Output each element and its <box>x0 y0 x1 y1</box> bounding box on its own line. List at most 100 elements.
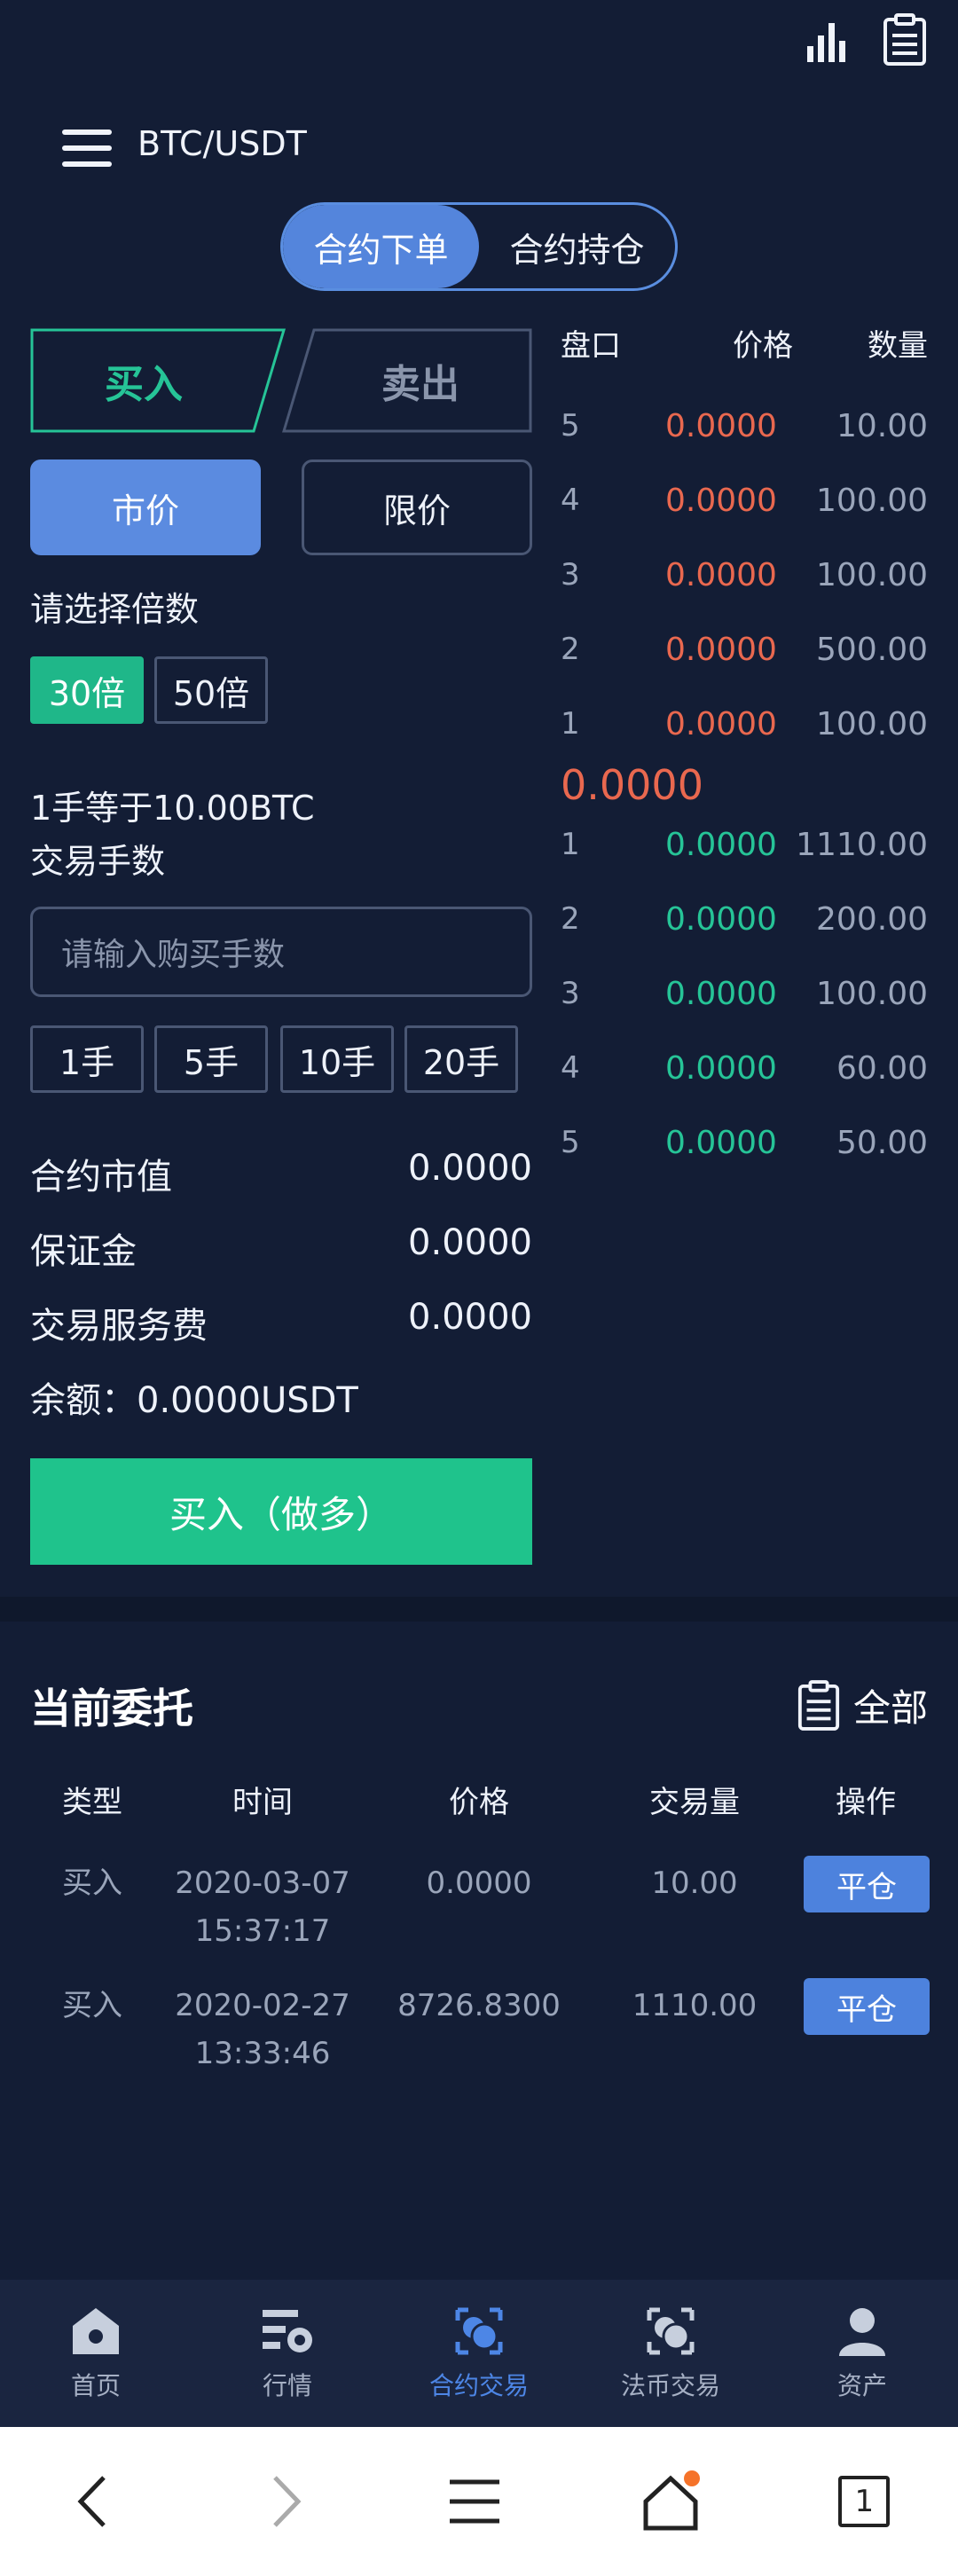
ask-price[interactable]: 0.0000 <box>665 408 777 444</box>
bid-price[interactable]: 0.0000 <box>665 827 777 863</box>
segment-control: 合约下单 合约持仓 <box>280 202 678 291</box>
nav-fiat-label: 法币交易 <box>620 2371 720 2400</box>
bid-qty: 200.00 <box>816 901 928 938</box>
limit-price-button[interactable]: 限价 <box>302 459 532 555</box>
lot-10-button[interactable]: 10手 <box>280 1025 394 1093</box>
order-volume: 10.00 <box>651 1865 738 1901</box>
orderbook-header-qty: 数量 <box>868 328 928 364</box>
unit-info: 1手等于10.00BTC <box>30 789 315 828</box>
leverage-title: 请选择倍数 <box>30 590 200 629</box>
nav-market[interactable]: 行情 <box>192 2280 383 2427</box>
bottom-nav: 首页 行情 合约交易 法币交易 资产 <box>0 2280 958 2427</box>
nav-fiat[interactable]: 法币交易 <box>575 2280 766 2427</box>
fiat-icon <box>647 2307 695 2355</box>
clipboard-icon <box>797 1679 840 1731</box>
order-price: 0.0000 <box>426 1865 532 1901</box>
bid-price[interactable]: 0.0000 <box>665 901 777 938</box>
leverage-50x-button[interactable]: 50倍 <box>154 656 268 724</box>
orderbook-header-price: 价格 <box>733 328 793 364</box>
ask-price[interactable]: 0.0000 <box>665 632 777 668</box>
sell-tab-label: 卖出 <box>381 362 459 407</box>
ask-level: 4 <box>561 483 580 518</box>
close-position-button[interactable]: 平仓 <box>804 1978 930 2035</box>
bid-qty: 60.00 <box>836 1050 928 1087</box>
lot-20-button[interactable]: 20手 <box>404 1025 518 1093</box>
order-volume: 1110.00 <box>632 1988 758 2023</box>
nav-market-label: 行情 <box>262 2371 312 2400</box>
nav-assets[interactable]: 资产 <box>766 2280 958 2427</box>
order-price: 8726.8300 <box>397 1988 561 2023</box>
bid-qty: 50.00 <box>836 1125 928 1161</box>
ask-level: 5 <box>561 408 580 444</box>
tab-contract-position[interactable]: 合约持仓 <box>479 205 675 288</box>
all-orders-link[interactable]: 全部 <box>797 1678 928 1732</box>
buy-long-button[interactable]: 买入（做多） <box>30 1458 532 1565</box>
clipboard-icon[interactable] <box>882 12 928 67</box>
ask-qty: 100.00 <box>816 557 928 593</box>
market-price-button[interactable]: 市价 <box>30 459 261 555</box>
buy-tab[interactable]: 买入 <box>30 328 287 433</box>
fee-label: 交易服务费 <box>30 1306 208 1347</box>
order-time: 15:37:17 <box>194 1913 331 1949</box>
bid-level: 1 <box>561 827 580 862</box>
forward-icon[interactable] <box>257 2470 310 2533</box>
ask-level: 2 <box>561 632 580 667</box>
buy-tab-label: 买入 <box>105 362 183 407</box>
tabs-button[interactable]: 1 <box>838 2476 891 2527</box>
col-type: 类型 <box>62 1785 122 1820</box>
ask-qty: 500.00 <box>816 632 928 668</box>
bid-price[interactable]: 0.0000 <box>665 1125 777 1161</box>
contract-value: 0.0000 <box>408 1148 532 1189</box>
lots-input[interactable]: 请输入购买手数 <box>30 907 532 997</box>
margin-value: 0.0000 <box>408 1222 532 1263</box>
ask-price[interactable]: 0.0000 <box>665 483 777 519</box>
fee-value: 0.0000 <box>408 1297 532 1338</box>
last-price: 0.0000 <box>561 761 703 809</box>
ask-price[interactable]: 0.0000 <box>665 557 777 593</box>
nav-home-label: 首页 <box>70 2371 121 2400</box>
order-date: 2020-02-27 <box>175 1988 350 2023</box>
orders-title: 当前委托 <box>30 1685 193 1732</box>
order-time: 13:33:46 <box>194 2036 331 2071</box>
sell-tab[interactable]: 卖出 <box>282 328 532 433</box>
nav-contract-label: 合约交易 <box>428 2371 529 2400</box>
col-price: 价格 <box>449 1785 509 1820</box>
ask-qty: 100.00 <box>816 706 928 742</box>
bid-price[interactable]: 0.0000 <box>665 976 777 1012</box>
home-icon <box>73 2308 119 2354</box>
bid-level: 3 <box>561 976 580 1011</box>
ask-qty: 10.00 <box>836 408 928 444</box>
bid-level: 2 <box>561 901 580 937</box>
user-icon <box>839 2308 885 2356</box>
lots-label: 交易手数 <box>30 842 166 881</box>
balance: 余额：0.0000USDT <box>30 1380 358 1421</box>
menu-icon[interactable] <box>62 130 112 167</box>
nav-home[interactable]: 首页 <box>0 2280 192 2427</box>
contract-value-label: 合约市值 <box>30 1157 172 1198</box>
browser-home-icon[interactable] <box>639 2470 703 2533</box>
bid-qty: 1110.00 <box>796 827 928 863</box>
all-label: 全部 <box>852 1686 928 1730</box>
contract-icon <box>455 2307 503 2355</box>
orderbook-header-level: 盘口 <box>561 328 621 364</box>
bid-price[interactable]: 0.0000 <box>665 1050 777 1087</box>
col-time: 时间 <box>232 1785 293 1820</box>
bar-chart-icon[interactable] <box>804 20 850 66</box>
bid-level: 5 <box>561 1125 580 1160</box>
lot-1-button[interactable]: 1手 <box>30 1025 144 1093</box>
leverage-30x-button[interactable]: 30倍 <box>30 656 144 724</box>
margin-label: 保证金 <box>30 1231 137 1272</box>
ask-level: 3 <box>561 557 580 593</box>
close-position-button[interactable]: 平仓 <box>804 1856 930 1912</box>
lot-5-button[interactable]: 5手 <box>154 1025 268 1093</box>
order-date: 2020-03-07 <box>175 1865 350 1901</box>
menu-lines-icon[interactable] <box>446 2473 503 2530</box>
browser-toolbar: 1 <box>0 2427 958 2576</box>
col-volume: 交易量 <box>649 1785 740 1820</box>
ask-price[interactable]: 0.0000 <box>665 706 777 742</box>
nav-assets-label: 资产 <box>836 2371 887 2400</box>
nav-contract[interactable]: 合约交易 <box>383 2280 575 2427</box>
tab-contract-order[interactable]: 合约下单 <box>283 205 479 288</box>
back-icon[interactable] <box>68 2470 122 2533</box>
page-title: BTC/USDT <box>137 124 307 163</box>
